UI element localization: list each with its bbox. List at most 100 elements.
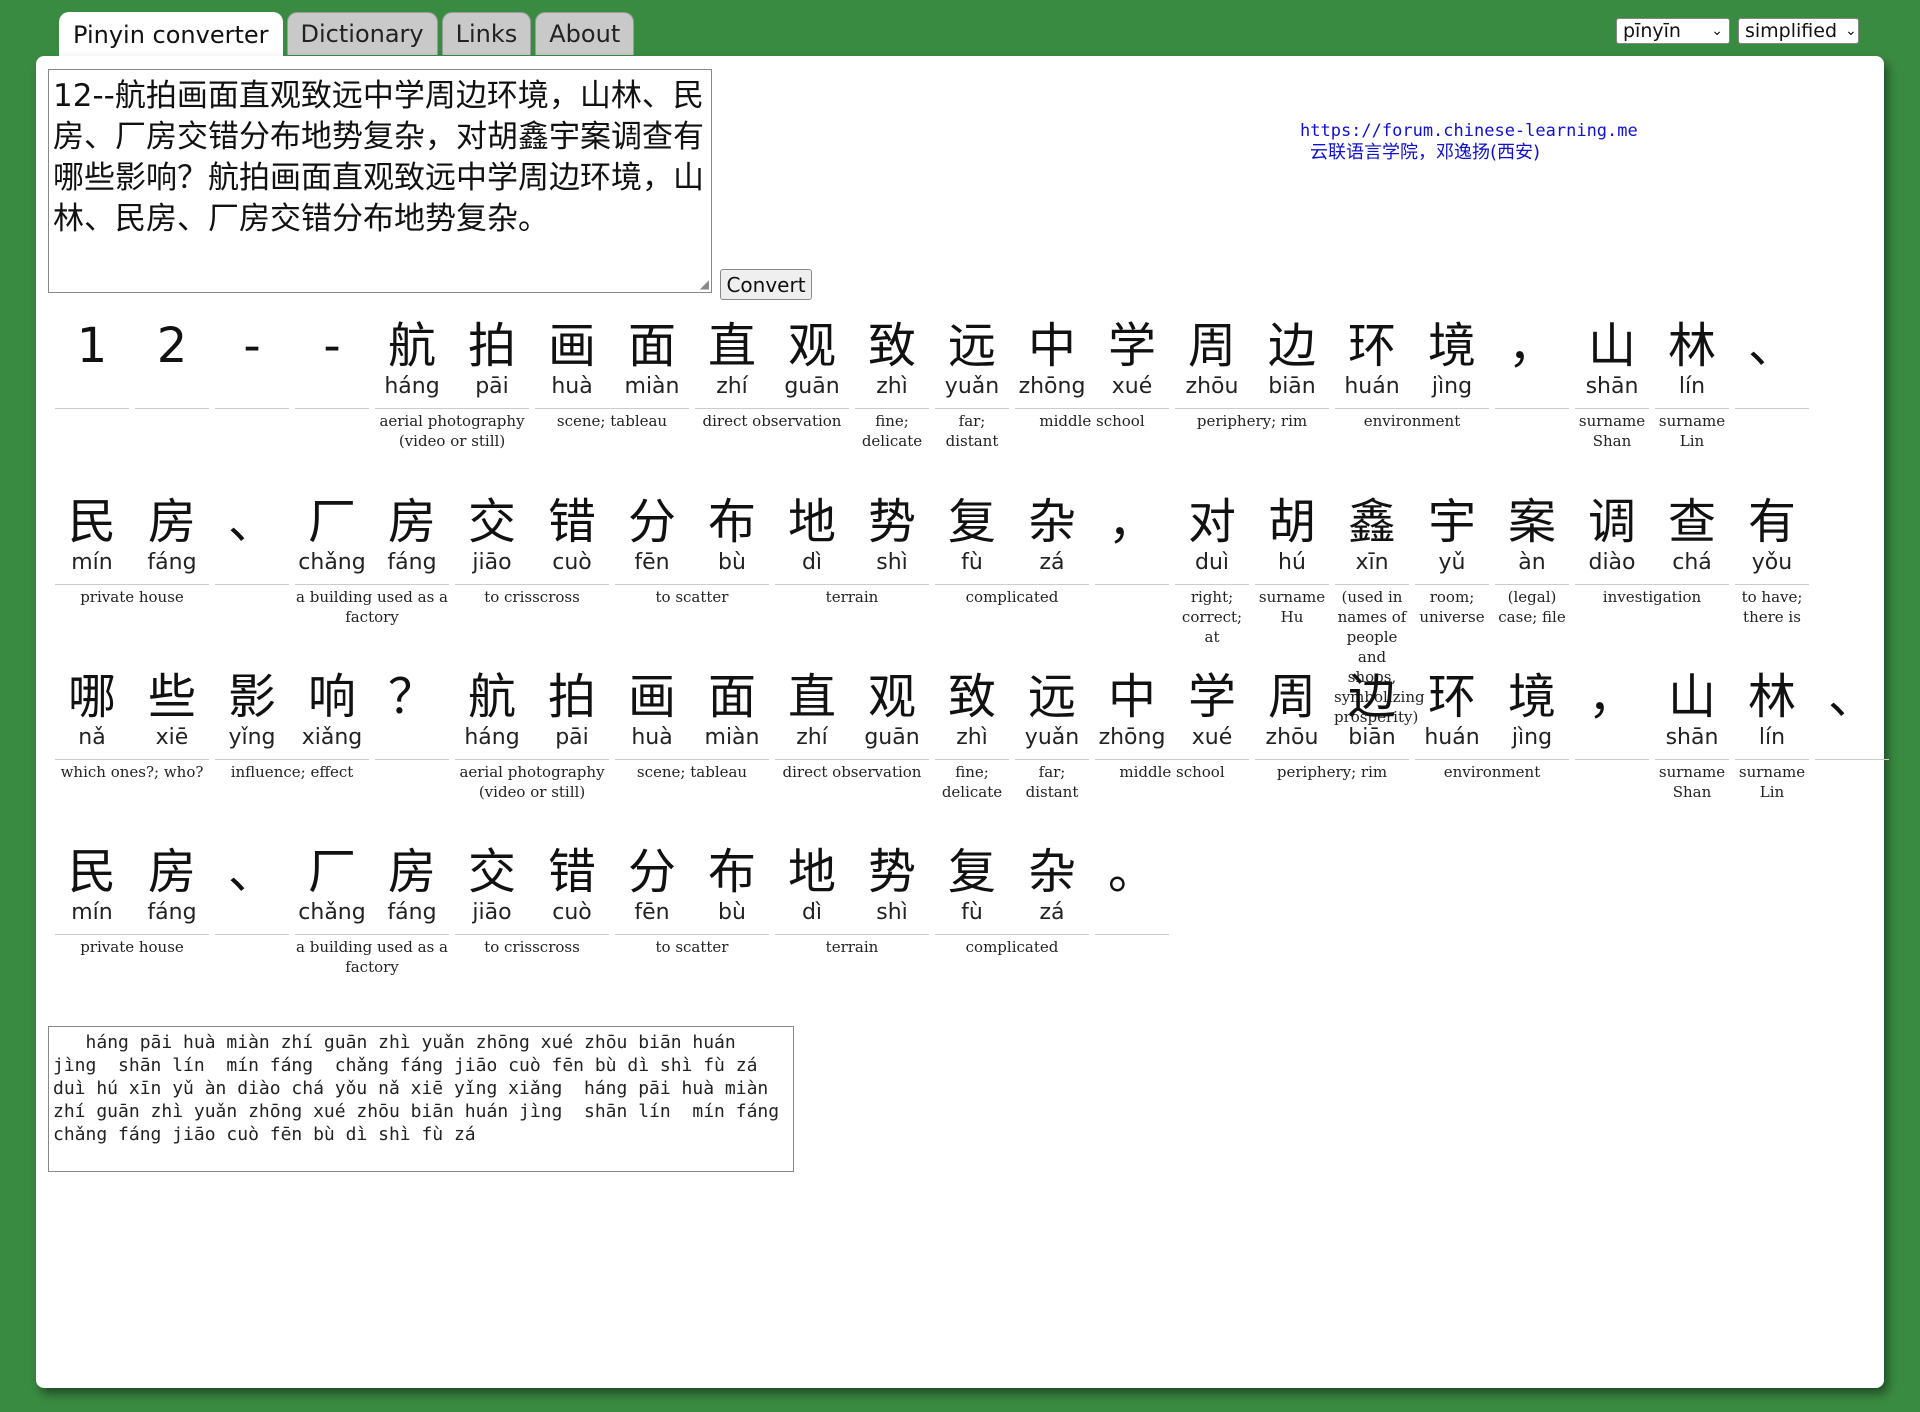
pinyin: fù <box>961 550 983 575</box>
word-unit[interactable]: 山 shān surname Shan <box>1652 669 1732 802</box>
character-cell: 中 zhōng <box>1012 318 1092 400</box>
definition: far; distant <box>945 412 999 450</box>
word-unit[interactable]: 2 <box>132 318 212 451</box>
word-unit[interactable]: ， <box>1492 318 1572 451</box>
hanzi: 周 <box>1187 318 1236 374</box>
pinyin: huà <box>631 725 673 750</box>
word-unit[interactable]: 周 zhōu 边 biān periphery; rim <box>1172 318 1332 451</box>
word-unit[interactable]: 交 jiāo 错 cuò to crisscross <box>452 844 612 977</box>
word-unit[interactable]: 航 háng 拍 pāi aerial photography (video or st… <box>452 669 612 802</box>
hanzi: 响 <box>307 669 356 725</box>
word-unit[interactable]: 林 lín surname Lin <box>1732 669 1812 802</box>
word-unit[interactable]: 直 zhí 观 guān direct observation <box>692 318 852 451</box>
word-unit[interactable]: 分 fēn 布 bù to scatter <box>612 844 772 977</box>
convert-button[interactable]: Convert <box>720 269 812 300</box>
pinyin <box>212 550 292 576</box>
script-select[interactable]: simplified ⌄ <box>1738 18 1859 44</box>
pinyin: cuò <box>552 900 592 925</box>
definition <box>52 409 132 411</box>
word-unit[interactable]: 航 háng 拍 pāi aerial photography (video or st… <box>372 318 532 451</box>
word-unit[interactable]: 中 zhōng 学 xué middle school <box>1012 318 1172 451</box>
word-unit[interactable]: 致 zhì fine; delicate <box>932 669 1012 802</box>
tab-dictionary[interactable]: Dictionary <box>286 12 438 55</box>
romanization-select[interactable]: pīnyīn ⌄ <box>1616 18 1730 44</box>
pinyin <box>1572 725 1652 751</box>
word-unit[interactable]: 致 zhì fine; delicate <box>852 318 932 451</box>
hanzi: 林 <box>1747 669 1796 725</box>
word-unit[interactable]: 1 <box>52 318 132 451</box>
word-unit[interactable]: 、 <box>1812 669 1892 802</box>
hanzi: 对 <box>1187 494 1236 550</box>
word-unit[interactable]: 林 lín surname Lin <box>1652 318 1732 451</box>
hanzi: 航 <box>467 669 516 725</box>
word-unit[interactable]: 民 mín 房 fáng private house <box>52 844 212 977</box>
tab-links[interactable]: Links <box>441 12 532 55</box>
word-unit[interactable]: 山 shān surname Shan <box>1572 318 1652 451</box>
word-unit[interactable]: ， <box>1572 669 1652 802</box>
word-unit[interactable]: ？ <box>372 669 452 802</box>
definition: surname Lin <box>1658 412 1726 450</box>
hanzi: 民 <box>67 844 116 900</box>
word-unit[interactable]: 环 huán 境 jìng environment <box>1332 318 1492 451</box>
word-unit[interactable]: 。 <box>1092 844 1172 977</box>
pinyin: lín <box>1678 374 1706 399</box>
tab-pinyin-converter[interactable]: Pinyin converter <box>59 12 283 56</box>
pinyin-output[interactable]: háng pāi huà miàn zhí guān zhì yuǎn zhōn… <box>48 1026 794 1172</box>
hanzi: 案 <box>1507 494 1556 550</box>
resize-grip-icon[interactable]: ◢ <box>700 278 709 290</box>
character-cell: 响 xiǎng <box>292 669 372 751</box>
word-unit[interactable]: 地 dì 势 shì terrain <box>772 844 932 977</box>
hanzi: 影 <box>227 669 276 725</box>
hanzi: 调 <box>1587 494 1636 550</box>
pinyin <box>212 900 292 926</box>
word-unit[interactable]: 影 yǐng 响 xiǎng influence; effect <box>212 669 372 802</box>
character-cell: 错 cuò <box>532 844 612 926</box>
hanzi: 境 <box>1427 318 1476 374</box>
definition: to have; there is <box>1741 588 1803 626</box>
pinyin <box>132 374 212 400</box>
character-cell: 周 zhōu <box>1172 318 1252 400</box>
word-unit[interactable]: 哪 nǎ 些 xiē which ones?; who? <box>52 669 212 802</box>
word-unit[interactable]: 远 yuǎn far; distant <box>1012 669 1092 802</box>
options-bar: pīnyīn ⌄ simplified ⌄ <box>1616 18 1859 44</box>
word-unit[interactable]: 、 <box>212 844 292 977</box>
word-unit[interactable]: 复 fù 杂 zá complicated <box>932 844 1092 977</box>
script-select-value: simplified <box>1745 20 1838 42</box>
word-unit[interactable]: 厂 chǎng 房 fáng a building used as a factory <box>292 844 452 977</box>
character-cell: ， <box>1572 669 1652 751</box>
word-unit[interactable]: - <box>292 318 372 451</box>
word-unit[interactable]: 中 zhōng 学 xué middle school <box>1092 669 1252 802</box>
word-unit[interactable]: 环 huán 境 jìng environment <box>1412 669 1572 802</box>
character-cell: 远 yuǎn <box>1012 669 1092 751</box>
word-unit[interactable]: 远 yuǎn far; distant <box>932 318 1012 451</box>
hanzi: 中 <box>1027 318 1076 374</box>
chinese-text-input[interactable]: 12--航拍画面直观致远中学周边环境，山林、民房、厂房交错分布地势复杂，对胡鑫宇… <box>48 69 712 293</box>
word-unit[interactable]: 、 <box>1732 318 1812 451</box>
tab-about[interactable]: About <box>535 12 635 55</box>
definition: direct observation <box>702 412 842 430</box>
character-cell: 航 háng <box>372 318 452 400</box>
definition: far; distant <box>1025 763 1079 801</box>
definition: investigation <box>1602 588 1702 606</box>
pinyin: shān <box>1665 725 1719 750</box>
word-unit[interactable]: 画 huà 面 miàn scene; tableau <box>532 318 692 451</box>
definition: to crisscross <box>484 938 580 956</box>
character-cell: 宇 yǔ <box>1412 494 1492 576</box>
definition: surname Shan <box>1658 763 1726 801</box>
pinyin: xīn <box>1355 550 1389 575</box>
pinyin: dì <box>801 550 823 575</box>
word-unit[interactable]: 周 zhōu 边 biān periphery; rim <box>1252 669 1412 802</box>
hanzi: 2 <box>156 318 188 374</box>
annotation-row: 1 2- - 航 háng 拍 pāi aerial photography (video o… <box>52 318 1812 451</box>
word-unit[interactable]: 画 huà 面 miàn scene; tableau <box>612 669 772 802</box>
definition: scene; tableau <box>556 412 668 430</box>
pinyin <box>1812 725 1892 751</box>
character-cell: 地 dì <box>772 494 852 576</box>
character-cell: 民 mín <box>52 494 132 576</box>
word-unit[interactable]: 直 zhí 观 guān direct observation <box>772 669 932 802</box>
forum-link[interactable]: https://forum.chinese-learning.me <box>1300 121 1638 142</box>
hanzi: 交 <box>467 844 516 900</box>
hanzi: 宇 <box>1427 494 1476 550</box>
word-unit[interactable]: - <box>212 318 292 451</box>
character-cell: 布 bù <box>692 844 772 926</box>
